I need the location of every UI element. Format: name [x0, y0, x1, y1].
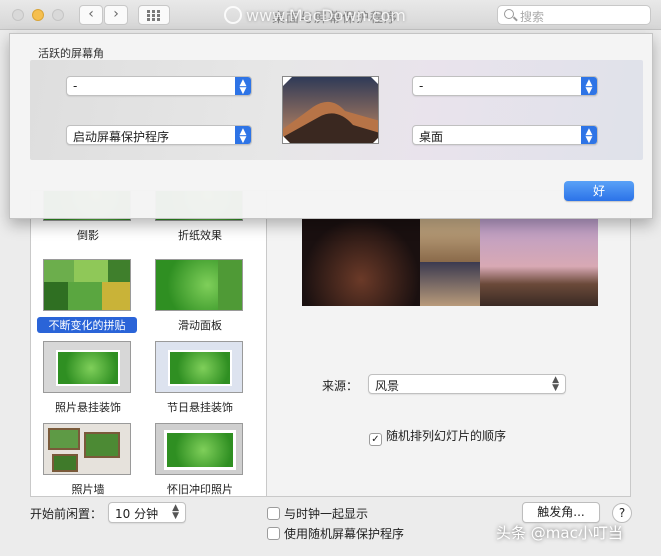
idle-select[interactable]: 10 分钟 ▲ ▼ — [108, 502, 186, 523]
updown-arrows-icon: ▲ ▼ — [581, 126, 597, 145]
saver-thumbnail — [43, 341, 131, 393]
show-clock-label: 与时钟一起显示 — [284, 507, 369, 521]
updown-arrows-icon: ▲ ▼ — [172, 503, 179, 521]
zoom-button[interactable] — [52, 9, 64, 21]
saver-label: 折纸效果 — [178, 229, 222, 242]
preview-collage — [302, 218, 598, 306]
checkbox-icon — [267, 527, 280, 540]
updown-arrows-icon: ▲ ▼ — [235, 126, 251, 145]
source-label: 来源： — [322, 379, 359, 393]
idle-value: 10 分钟 — [115, 507, 159, 521]
top-left-value: - — [73, 79, 78, 93]
saver-thumbnail — [43, 423, 131, 475]
bottom-right-value: 桌面 — [419, 130, 444, 144]
bottom-left-corner-select[interactable]: 启动屏幕保护程序 ▲ ▼ — [66, 125, 252, 145]
desktop-preview-image — [282, 76, 379, 144]
hot-corners-sheet: 活跃的屏幕角 - ▲ ▼ - ▲ ▼ 启动屏幕保护程序 ▲ ▼ 桌面 ▲ ▼ 好 — [9, 33, 653, 219]
macdown-logo-icon — [224, 6, 242, 24]
saver-label: 照片悬挂装饰 — [55, 401, 121, 414]
show-clock-checkbox[interactable]: 与时钟一起显示 — [267, 505, 368, 522]
forward-button[interactable]: › — [104, 5, 128, 25]
source-select[interactable]: 风景 ▲ ▼ — [368, 374, 566, 394]
chevron-right-icon: › — [113, 6, 119, 22]
saver-label: 滑动面板 — [178, 319, 222, 332]
random-saver-checkbox[interactable]: 使用随机屏幕保护程序 — [267, 525, 404, 542]
checkmark-icon: ✓ — [369, 433, 382, 446]
top-right-value: - — [419, 79, 424, 93]
updown-arrows-icon: ▲ ▼ — [581, 77, 597, 96]
checkbox-icon — [267, 507, 280, 520]
top-left-corner-select[interactable]: - ▲ ▼ — [66, 76, 252, 96]
screensaver-list[interactable]: 倒影 折纸效果 不断变化的拼贴 滑动面板 照片悬挂装饰 节日悬挂装饰 照片墙 怀… — [30, 190, 267, 497]
dune-wallpaper — [283, 77, 378, 143]
watermark: www.MacDown.com — [224, 6, 406, 25]
saver-label: 照片墙 — [71, 483, 105, 496]
idle-label: 开始前闲置： — [30, 507, 103, 521]
search-icon — [504, 9, 514, 19]
help-button[interactable]: ? — [612, 503, 632, 523]
minimize-button[interactable] — [32, 9, 44, 21]
saver-label: 倒影 — [77, 229, 99, 242]
source-watermark: 头条 @mac小叮当 — [496, 524, 623, 542]
saver-label: 怀旧冲印照片 — [167, 483, 233, 496]
shuffle-label: 随机排列幻灯片的顺序 — [386, 429, 507, 443]
sheet-title: 活跃的屏幕角 — [38, 47, 104, 60]
saver-thumbnail — [43, 259, 131, 311]
ok-button[interactable]: 好 — [564, 181, 634, 201]
back-button[interactable]: ‹ — [79, 5, 103, 25]
search-placeholder: 搜索 — [520, 10, 545, 24]
close-button[interactable] — [12, 9, 24, 21]
saver-label: 不断变化的拼贴 — [37, 317, 137, 333]
updown-arrows-icon: ▲ ▼ — [235, 77, 251, 96]
top-right-corner-select[interactable]: - ▲ ▼ — [412, 76, 598, 96]
chevron-left-icon: ‹ — [88, 6, 94, 22]
saver-label: 节日悬挂装饰 — [167, 401, 233, 414]
source-value: 风景 — [375, 379, 400, 393]
title-bar: ‹ › 桌面与屏幕保护程序 搜索 www.MacDown.com — [0, 0, 661, 30]
saver-thumbnail — [155, 259, 243, 311]
bottom-right-corner-select[interactable]: 桌面 ▲ ▼ — [412, 125, 598, 145]
shuffle-checkbox[interactable]: ✓ 随机排列幻灯片的顺序 — [369, 427, 506, 446]
hot-corners-button[interactable]: 触发角... — [522, 502, 600, 523]
saver-thumbnail — [155, 423, 243, 475]
saver-thumbnail — [155, 341, 243, 393]
search-field[interactable]: 搜索 — [497, 5, 651, 25]
updown-arrows-icon: ▲ ▼ — [552, 375, 559, 393]
random-saver-label: 使用随机屏幕保护程序 — [284, 527, 405, 541]
show-all-button[interactable] — [138, 5, 170, 25]
bottom-left-value: 启动屏幕保护程序 — [73, 130, 170, 144]
